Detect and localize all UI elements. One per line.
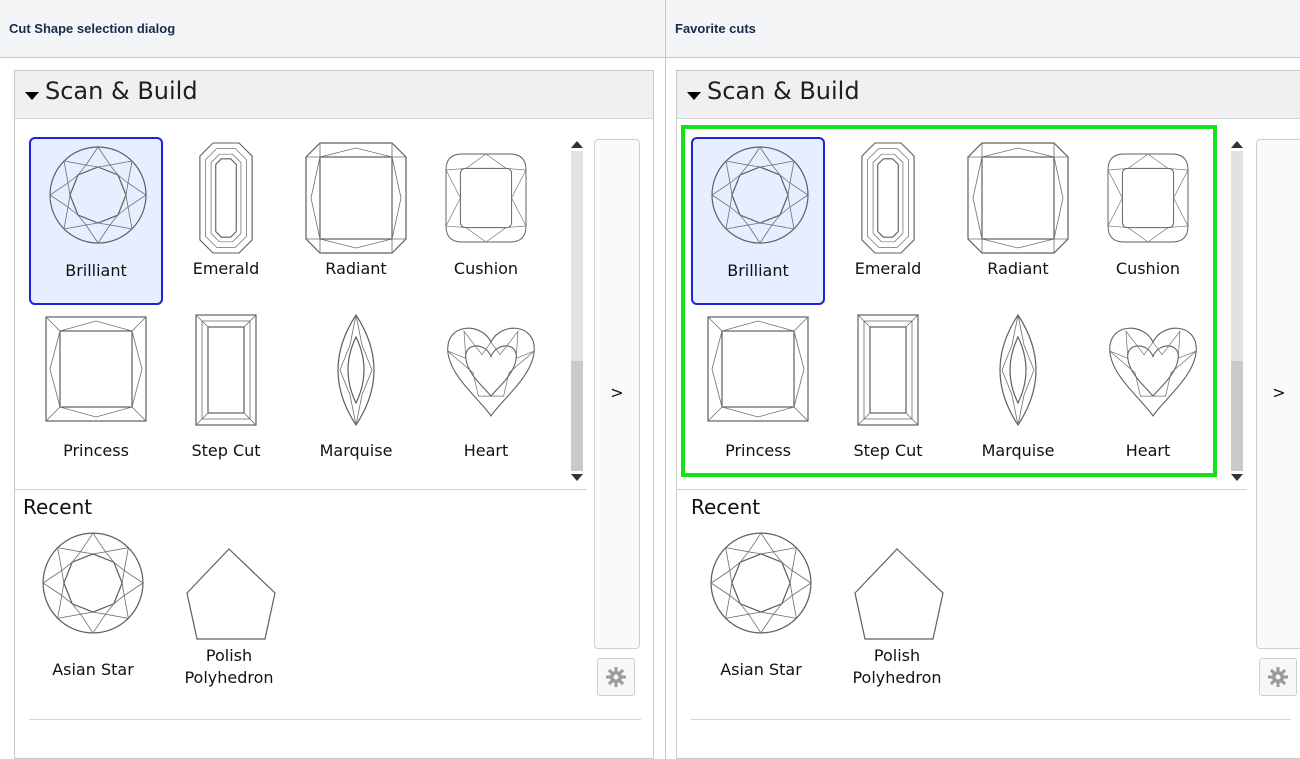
collapse-arrow-icon[interactable]: [25, 92, 39, 100]
cuts-scrollbar[interactable]: [569, 141, 585, 481]
polyhedron-icon: [854, 548, 944, 640]
cut-tile-radiant[interactable]: Radiant: [289, 137, 423, 305]
column-header-favorites: Favorite cuts: [666, 0, 1300, 58]
expand-arrow: >: [1272, 383, 1286, 402]
cut-label: Brilliant: [65, 261, 127, 280]
princess-cut-icon: [45, 316, 147, 422]
marquise-cut-icon: [337, 314, 375, 426]
radiant-cut-icon: [305, 142, 407, 254]
column-divider: [665, 0, 666, 759]
scroll-up-icon[interactable]: [1231, 141, 1243, 148]
cuts-scrollbar[interactable]: [1229, 141, 1245, 481]
bottom-separator: [691, 719, 1291, 720]
column-header-dialog: Cut Shape selection dialog: [0, 0, 665, 58]
scroll-down-icon[interactable]: [1231, 474, 1243, 481]
favorite-cuts-dialog: Scan & Build Brilliant Emerald Radiant C…: [676, 70, 1300, 759]
scroll-thumb[interactable]: [571, 361, 583, 471]
recent-item-asian-star[interactable]: Asian Star: [701, 531, 821, 691]
asian-star-icon: [710, 532, 812, 634]
recent-label-line2: Polyhedron: [184, 668, 274, 687]
heart-cut-icon: [447, 327, 535, 417]
cut-label: Step Cut: [191, 441, 261, 460]
asian-star-icon: [42, 532, 144, 634]
recent-item-polish-polyhedron[interactable]: Polish Polyhedron: [837, 541, 957, 701]
gear-icon: [606, 667, 626, 687]
polyhedron-icon: [186, 548, 276, 640]
cut-tile-cushion[interactable]: Cushion: [419, 137, 553, 305]
cushion-cut-icon: [445, 153, 527, 243]
cut-label: Radiant: [325, 259, 387, 278]
cut-tile-step-cut[interactable]: Step Cut: [159, 309, 293, 477]
recent-label-line2: Polyhedron: [852, 668, 942, 687]
bottom-separator: [29, 719, 641, 720]
recent-item-label: Asian Star: [52, 660, 134, 679]
section-title: Scan & Build: [707, 77, 860, 105]
cut-tile-emerald[interactable]: Emerald: [159, 137, 293, 305]
grid-separator: [15, 489, 587, 490]
expand-panel-button[interactable]: >: [594, 139, 640, 649]
recent-item-label: Polish Polyhedron: [837, 645, 957, 689]
section-header-scan-build[interactable]: Scan & Build: [15, 71, 653, 119]
cut-tile-princess[interactable]: Princess: [29, 309, 163, 477]
recent-item-polish-polyhedron[interactable]: Polish Polyhedron: [169, 541, 289, 701]
collapse-arrow-icon[interactable]: [687, 92, 701, 100]
cut-label: Heart: [463, 441, 509, 460]
cut-label: Marquise: [319, 441, 393, 460]
step-cut-icon: [195, 314, 257, 426]
favorites-highlight-box: [681, 125, 1217, 477]
settings-button[interactable]: [1259, 658, 1297, 696]
scroll-down-icon[interactable]: [571, 474, 583, 481]
gear-icon: [1268, 667, 1288, 687]
recent-label-line1: Polish: [205, 646, 253, 665]
section-header-scan-build[interactable]: Scan & Build: [677, 71, 1300, 119]
cut-shape-dialog: Scan & Build Brilliant Emerald Radiant C…: [14, 70, 654, 759]
cut-tile-heart[interactable]: Heart: [419, 309, 553, 477]
recent-label-line1: Polish: [873, 646, 921, 665]
recent-heading: Recent: [691, 495, 761, 519]
recent-heading: Recent: [23, 495, 93, 519]
grid-separator: [677, 489, 1247, 490]
round-brilliant-icon: [49, 146, 147, 244]
section-title: Scan & Build: [45, 77, 198, 105]
recent-item-label: Polish Polyhedron: [169, 645, 289, 689]
emerald-cut-icon: [199, 142, 253, 254]
scroll-thumb[interactable]: [1231, 361, 1243, 471]
recent-item-label: Asian Star: [720, 660, 802, 679]
cut-label: Emerald: [192, 259, 260, 278]
expand-panel-button[interactable]: >: [1256, 139, 1300, 649]
settings-button[interactable]: [597, 658, 635, 696]
recent-item-asian-star[interactable]: Asian Star: [33, 531, 153, 691]
cut-tile-brilliant[interactable]: Brilliant: [29, 137, 163, 305]
cut-label: Cushion: [453, 259, 519, 278]
cut-label: Princess: [63, 441, 129, 460]
expand-arrow: >: [610, 383, 624, 402]
scroll-up-icon[interactable]: [571, 141, 583, 148]
cut-tile-marquise[interactable]: Marquise: [289, 309, 423, 477]
